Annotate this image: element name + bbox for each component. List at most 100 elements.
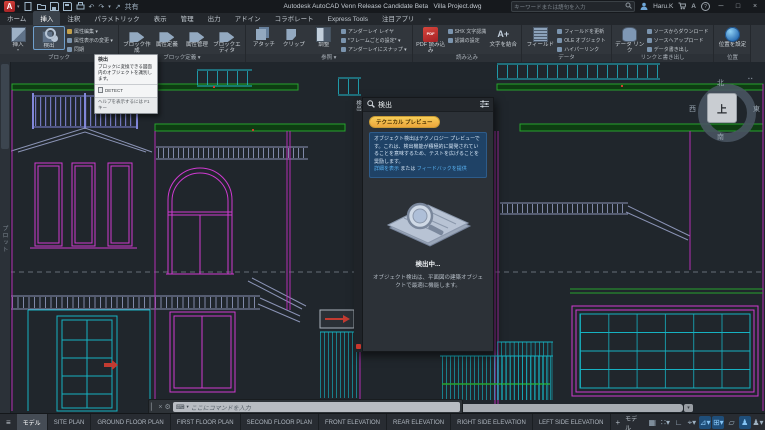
- upload-to-source-button[interactable]: ソースへアップロード: [646, 36, 709, 45]
- object-snap-icon[interactable]: ⊞▾: [712, 416, 725, 429]
- viewcube-south-label[interactable]: 南: [717, 132, 724, 142]
- viewcube[interactable]: ▪▪ 上 北 西 東 南: [689, 76, 764, 158]
- command-close-icon[interactable]: ×: [158, 404, 162, 411]
- redo-icon[interactable]: ↷: [98, 3, 104, 11]
- minimize-button[interactable]: ─: [715, 3, 727, 10]
- edit-attribute-button[interactable]: 属性編集 ▾: [67, 27, 113, 36]
- viewcube-east-label[interactable]: 東: [753, 104, 760, 114]
- group-label-location[interactable]: 位置: [714, 54, 751, 62]
- search-input[interactable]: キーワードまたは語句を入力: [511, 1, 636, 12]
- layout-tab-right-side-elevation[interactable]: RIGHT SIDE ELEVATION: [451, 414, 533, 430]
- grid-icon[interactable]: ▦: [646, 416, 658, 429]
- new-file-icon[interactable]: [24, 2, 33, 11]
- viewcube-options-icons[interactable]: ▪▪: [748, 76, 754, 82]
- undo-icon[interactable]: ↶: [89, 3, 95, 11]
- annotation-visibility-icon[interactable]: ♟: [738, 416, 751, 429]
- panel-settings-icon[interactable]: [480, 99, 489, 110]
- save-as-icon[interactable]: [62, 2, 72, 11]
- recognition-settings-button[interactable]: 認識の設定: [447, 36, 487, 45]
- group-label-link-extract[interactable]: リンクと書き出し: [611, 54, 714, 62]
- tab-annotate[interactable]: 注釈: [60, 11, 87, 25]
- layout-tab-site-plan[interactable]: SITE PLAN: [48, 414, 92, 430]
- adjust-button[interactable]: 調整: [309, 26, 339, 48]
- field-button[interactable]: フィールド: [525, 26, 555, 48]
- ole-object-button[interactable]: OLE オブジェクト: [557, 36, 606, 45]
- block-editor-button[interactable]: ブロックエディタ: [212, 26, 242, 55]
- command-grip-icon[interactable]: ▏: [151, 403, 156, 411]
- extract-data-button[interactable]: データ書き出し: [646, 45, 709, 54]
- tab-output[interactable]: 出力: [201, 11, 228, 25]
- open-file-icon[interactable]: [36, 2, 46, 11]
- logo-caret-icon[interactable]: ▾: [17, 4, 20, 10]
- tab-collaborate[interactable]: コラボレート: [268, 11, 321, 25]
- pdf-import-button[interactable]: PDF PDF 読み込み: [416, 26, 446, 55]
- help-icon[interactable]: ?: [701, 2, 710, 11]
- panel-pin-icon[interactable]: [355, 344, 361, 349]
- group-label-reference[interactable]: 参照 ▾: [245, 54, 412, 62]
- underlay-layers-button[interactable]: アンダーレイ レイヤ: [340, 27, 407, 36]
- show-details-link[interactable]: 詳細を表示: [374, 166, 399, 172]
- provide-feedback-link[interactable]: フィードバックを提供: [417, 166, 467, 172]
- horizontal-scrollbar[interactable]: [455, 404, 683, 412]
- sync-attributes-button[interactable]: 同期: [67, 45, 113, 54]
- tab-addins[interactable]: アドイン: [228, 11, 268, 25]
- set-location-button[interactable]: 位置を設定: [717, 26, 747, 48]
- shx-text-recognition-button[interactable]: SHX 文字認識: [447, 27, 486, 36]
- attach-button[interactable]: アタッチ: [249, 26, 279, 48]
- combine-text-button[interactable]: A+ 文字を結合: [488, 26, 518, 48]
- frames-setting-button[interactable]: *フレームごとの設定* ▾: [340, 36, 407, 45]
- isodraft-icon[interactable]: ⊿▾: [698, 416, 712, 429]
- user-icon[interactable]: [640, 2, 648, 12]
- tab-home[interactable]: ホーム: [0, 11, 33, 25]
- left-dock-thumb[interactable]: [1, 64, 9, 149]
- tab-express-tools[interactable]: Express Tools: [321, 14, 375, 25]
- create-block-button[interactable]: ブロック作成: [122, 26, 152, 55]
- group-label-import[interactable]: 読み込み: [412, 54, 522, 62]
- snap-mode-icon[interactable]: ∷▾: [659, 416, 671, 429]
- ortho-icon[interactable]: ∟: [673, 416, 685, 429]
- detect-panel-side-bar[interactable]: 検出: [354, 97, 362, 352]
- command-input[interactable]: ⌨ ▾ ここにコマンドを入力: [172, 402, 460, 412]
- tab-manage[interactable]: 管理: [174, 11, 201, 25]
- layout-tab-ground-floor-plan[interactable]: GROUND FLOOR PLAN: [91, 414, 171, 430]
- group-label-data[interactable]: データ: [522, 54, 611, 62]
- layout-menu-icon[interactable]: ≡: [0, 418, 17, 427]
- close-button[interactable]: ×: [749, 3, 761, 10]
- search-icon[interactable]: [625, 2, 632, 11]
- new-layout-button[interactable]: +: [611, 418, 626, 427]
- manage-attributes-button[interactable]: 属性管理: [182, 26, 212, 48]
- tab-featured-apps[interactable]: 注目アプリ: [375, 11, 422, 25]
- scrollbar-caret-icon[interactable]: ▾: [684, 404, 693, 412]
- command-caret-icon[interactable]: ▾: [186, 404, 188, 410]
- polar-tracking-icon[interactable]: ⌖▾: [686, 416, 698, 429]
- insert-block-button[interactable]: 挿入 ▾: [3, 26, 33, 53]
- status-model-label[interactable]: モデル: [625, 414, 642, 430]
- viewcube-north-label[interactable]: 北: [717, 78, 724, 88]
- lineweight-icon[interactable]: ▱: [725, 416, 737, 429]
- signed-in-user[interactable]: Haru.K: [653, 3, 673, 10]
- tab-parametric[interactable]: パラメトリック: [87, 11, 146, 25]
- layout-tab-second-floor-plan[interactable]: SECOND FLOOR PLAN: [241, 414, 319, 430]
- autoscale-icon[interactable]: ♟▾: [752, 416, 764, 429]
- define-attributes-button[interactable]: 属性定義: [152, 26, 182, 48]
- viewcube-top-face[interactable]: 上: [707, 93, 737, 123]
- update-fields-button[interactable]: フィールドを更新: [557, 27, 605, 36]
- cart-icon[interactable]: [678, 2, 687, 12]
- share-button[interactable]: 共有: [125, 2, 139, 12]
- layout-tab-front-elevation[interactable]: FRONT ELEVATION: [319, 414, 387, 430]
- maximize-button[interactable]: □: [732, 3, 744, 10]
- ribbon-options-caret-icon[interactable]: ▾: [421, 15, 438, 25]
- attribute-display-button[interactable]: 属性表示の変更 ▾: [67, 36, 113, 45]
- layout-tab-first-floor-plan[interactable]: FIRST FLOOR PLAN: [171, 414, 241, 430]
- snap-to-underlays-button[interactable]: アンダーレイにスナップ ▾: [340, 45, 407, 54]
- save-icon[interactable]: [49, 2, 59, 11]
- qat-caret-icon[interactable]: ▾: [108, 4, 111, 10]
- tab-insert[interactable]: 挿入: [33, 11, 61, 25]
- layout-tab-model[interactable]: モデル: [16, 414, 48, 430]
- plot-icon[interactable]: [76, 2, 85, 11]
- command-customize-icon[interactable]: ⚙: [164, 403, 170, 411]
- plot-vertical-tab[interactable]: プロット: [0, 225, 9, 253]
- tab-view[interactable]: 表示: [147, 11, 174, 25]
- layout-tab-rear-elevation[interactable]: REAR ELEVATION: [387, 414, 452, 430]
- detect-button[interactable]: 検出: [33, 26, 65, 51]
